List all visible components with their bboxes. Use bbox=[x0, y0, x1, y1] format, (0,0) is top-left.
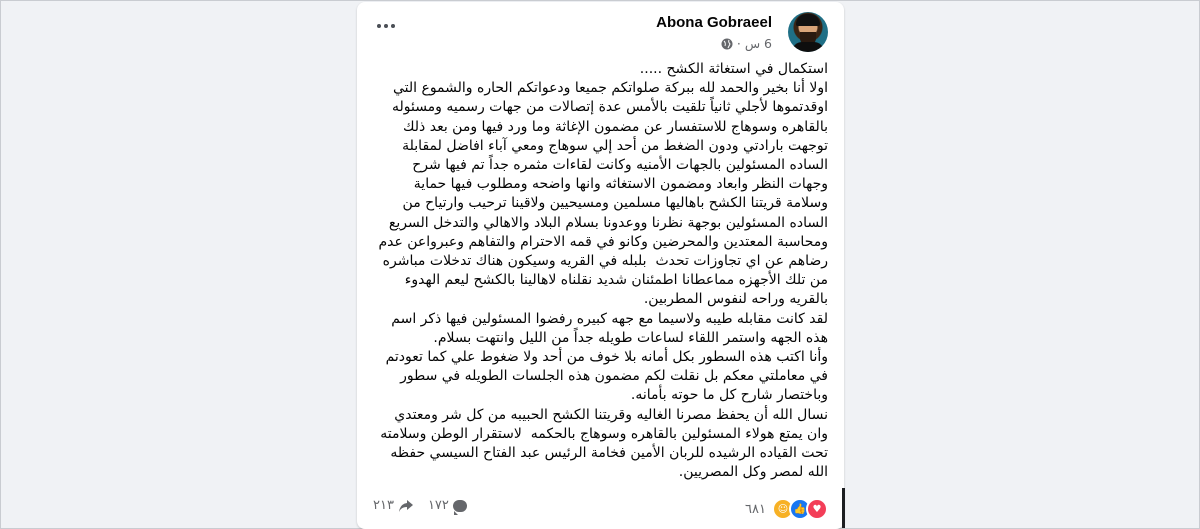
reactions-count: ٦٨١ bbox=[745, 501, 766, 517]
shares-stat[interactable]: ٢١٣ bbox=[373, 498, 414, 513]
comments-count: ١٧٢ bbox=[427, 498, 449, 513]
more-options-icon[interactable] bbox=[377, 20, 401, 32]
post-footer: ☺ 👍 ♥ ٦٨١ ١٧٢ ٢١٣ bbox=[373, 496, 828, 520]
engagement-stats: ١٧٢ ٢١٣ bbox=[373, 498, 467, 515]
meta-separator: · bbox=[736, 36, 741, 51]
shares-count: ٢١٣ bbox=[373, 498, 394, 513]
post-time[interactable]: 6 س bbox=[745, 36, 772, 51]
avatar[interactable] bbox=[788, 12, 828, 52]
globe-icon bbox=[721, 38, 733, 49]
post-meta: 6 س · bbox=[721, 36, 772, 51]
reaction-icons: ☺ 👍 ♥ bbox=[772, 498, 828, 520]
scroll-indicator[interactable] bbox=[842, 488, 845, 528]
post-card: Abona Gobraeel 6 س · استكمال في استغاثة … bbox=[357, 2, 844, 529]
post-body-text: استكمال في استغاثة الكشح ..... اولا أنا … bbox=[378, 61, 828, 481]
reactions-summary[interactable]: ☺ 👍 ♥ ٦٨١ bbox=[745, 498, 828, 520]
comments-stat[interactable]: ١٧٢ bbox=[427, 498, 467, 515]
share-icon bbox=[398, 499, 413, 512]
love-reaction-icon: ♥ bbox=[806, 498, 828, 520]
comment-icon bbox=[452, 499, 467, 515]
author-name[interactable]: Abona Gobraeel bbox=[656, 14, 772, 31]
